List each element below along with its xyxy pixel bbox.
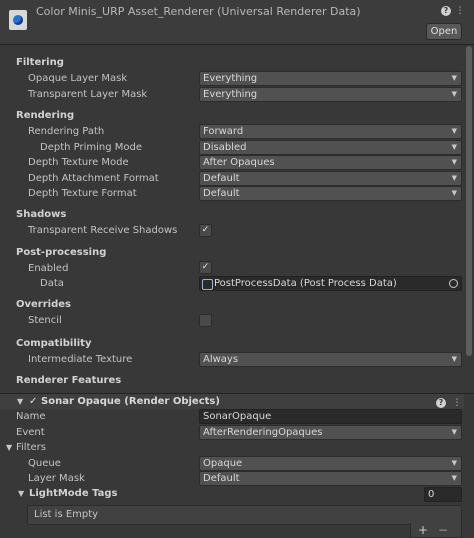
- rendering-path-label: Rendering Path: [28, 126, 105, 137]
- post-data-label: Data: [40, 278, 64, 289]
- chevron-down-icon: ▼: [451, 459, 457, 467]
- chevron-down-icon: ▼: [451, 174, 457, 182]
- section-shadows: Shadows: [16, 209, 67, 220]
- renderer-asset-icon: [9, 10, 27, 30]
- asset-icon: [202, 279, 213, 290]
- chevron-down-icon: ▼: [451, 355, 457, 363]
- lightmode-count-field[interactable]: 0: [424, 487, 462, 502]
- stencil-label: Stencil: [28, 315, 62, 326]
- chevron-down-icon: ▼: [451, 90, 457, 98]
- opaque-layer-mask-label: Opaque Layer Mask: [28, 73, 128, 84]
- chevron-down-icon: ▼: [451, 143, 457, 151]
- filters-label: Filters: [16, 442, 46, 453]
- remove-item-button[interactable]: −: [438, 523, 448, 537]
- transparent-receive-shadows-checkbox[interactable]: ✓: [199, 224, 212, 237]
- rendering-path-dropdown[interactable]: Forward ▼: [199, 124, 462, 139]
- expand-triangle-icon[interactable]: ▼: [17, 397, 23, 406]
- depth-attachment-format-dropdown[interactable]: Default ▼: [199, 171, 462, 186]
- layer-mask-dropdown[interactable]: Default ▼: [199, 471, 462, 486]
- lightmode-list: List is Empty: [27, 505, 462, 525]
- section-post-processing: Post-processing: [16, 247, 107, 258]
- event-label: Event: [16, 427, 45, 438]
- object-picker-icon[interactable]: [449, 279, 458, 288]
- lightmode-count-value: 0: [428, 489, 435, 500]
- feature-name-field[interactable]: SonarOpaque: [199, 409, 462, 424]
- post-enabled-checkbox[interactable]: ✓: [199, 261, 212, 274]
- section-renderer-features: Renderer Features: [16, 375, 122, 386]
- depth-texture-mode-dropdown[interactable]: After Opaques ▼: [199, 155, 462, 170]
- lightmode-tags-label: LightMode Tags: [29, 488, 118, 499]
- depth-texture-format-label: Depth Texture Format: [28, 188, 137, 199]
- add-item-button[interactable]: +: [418, 523, 428, 537]
- opaque-layer-mask-dropdown[interactable]: Everything ▼: [199, 71, 462, 86]
- feature-enabled-checkbox[interactable]: ✓: [29, 396, 37, 407]
- depth-texture-format-dropdown[interactable]: Default ▼: [199, 186, 462, 201]
- open-button[interactable]: Open: [426, 23, 462, 40]
- list-footer: + −: [410, 523, 462, 538]
- post-data-value: PostProcessData (Post Process Data): [214, 278, 397, 289]
- chevron-down-icon: ▼: [451, 158, 457, 166]
- depth-priming-dropdown[interactable]: Disabled ▼: [199, 140, 462, 155]
- queue-label: Queue: [28, 458, 61, 469]
- chevron-down-icon: ▼: [451, 74, 457, 82]
- lightmode-foldout-icon[interactable]: ▼: [18, 489, 24, 498]
- event-dropdown[interactable]: AfterRenderingOpaques ▼: [199, 425, 462, 440]
- layer-mask-label: Layer Mask: [28, 473, 85, 484]
- depth-attachment-format-label: Depth Attachment Format: [28, 173, 159, 184]
- transparent-receive-shadows-label: Transparent Receive Shadows: [28, 225, 178, 236]
- feature-name-label: Name: [16, 411, 46, 422]
- queue-dropdown[interactable]: Opaque ▼: [199, 456, 462, 471]
- stencil-checkbox[interactable]: [199, 314, 212, 327]
- filters-foldout-icon[interactable]: ▼: [6, 443, 12, 452]
- feature-name-value: SonarOpaque: [203, 411, 272, 422]
- depth-priming-label: Depth Priming Mode: [40, 142, 143, 153]
- intermediate-texture-dropdown[interactable]: Always ▼: [199, 352, 462, 367]
- context-menu-icon[interactable]: ⋮: [455, 6, 465, 16]
- scrollbar[interactable]: [466, 46, 472, 356]
- section-overrides: Overrides: [16, 299, 71, 310]
- section-compatibility: Compatibility: [16, 338, 92, 349]
- section-filtering: Filtering: [16, 57, 64, 68]
- chevron-down-icon: ▼: [451, 127, 457, 135]
- chevron-down-icon: ▼: [451, 428, 457, 436]
- help-icon[interactable]: ?: [436, 398, 446, 408]
- chevron-down-icon: ▼: [451, 474, 457, 482]
- asset-title: Color Minis_URP Asset_Renderer (Universa…: [36, 5, 361, 18]
- feature-menu-icon[interactable]: ⋮: [452, 398, 462, 408]
- post-enabled-label: Enabled: [28, 263, 69, 274]
- feature-title: Sonar Opaque (Render Objects): [41, 396, 220, 407]
- chevron-down-icon: ▼: [451, 189, 457, 197]
- empty-list-label: List is Empty: [34, 509, 99, 520]
- post-data-object-field[interactable]: PostProcessData (Post Process Data): [199, 276, 462, 291]
- transparent-layer-mask-label: Transparent Layer Mask: [28, 89, 148, 100]
- depth-texture-mode-label: Depth Texture Mode: [28, 157, 129, 168]
- section-rendering: Rendering: [16, 110, 75, 121]
- transparent-layer-mask-dropdown[interactable]: Everything ▼: [199, 87, 462, 102]
- intermediate-texture-label: Intermediate Texture: [28, 354, 133, 365]
- help-icon[interactable]: ?: [441, 6, 451, 16]
